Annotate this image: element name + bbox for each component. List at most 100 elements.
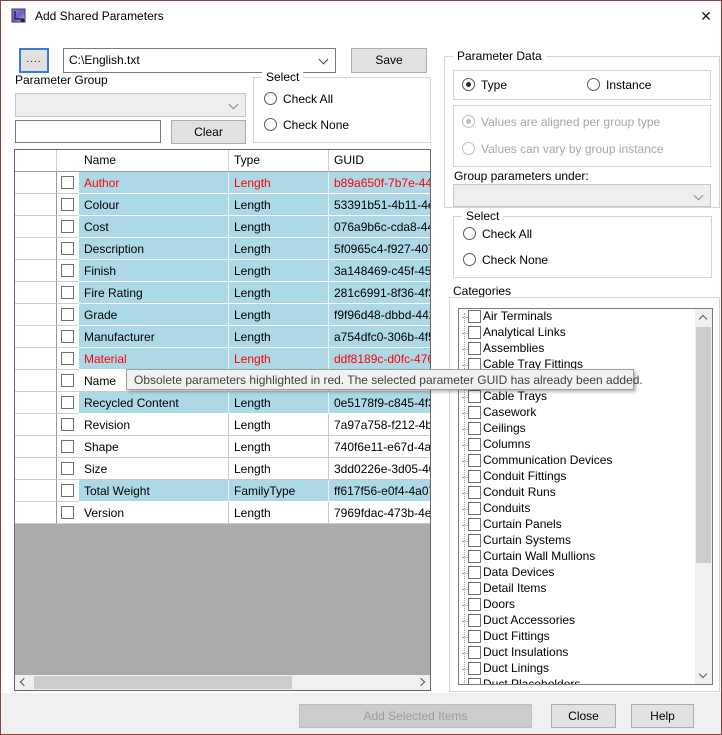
cell-guid[interactable]: b89a650f-7b7e-44ff-8 <box>329 172 430 194</box>
horizontal-scrollbar[interactable] <box>15 675 430 690</box>
save-button[interactable]: Save <box>351 48 427 73</box>
row-checkbox-cell[interactable] <box>57 502 79 524</box>
category-item[interactable]: Duct Linings <box>459 661 712 677</box>
table-row[interactable]: ManufacturerLengtha754dfc0-306b-4f5f-b <box>15 326 430 348</box>
cell-guid[interactable]: 740f6e11-e67d-4ae7 <box>329 436 430 458</box>
category-checkbox[interactable] <box>468 438 481 451</box>
row-checkbox[interactable] <box>61 352 74 365</box>
category-item[interactable]: Cable Trays <box>459 389 712 405</box>
category-item[interactable]: Curtain Wall Mullions <box>459 549 712 565</box>
row-checkbox[interactable] <box>61 176 74 189</box>
scroll-up-icon[interactable] <box>698 314 708 324</box>
category-checkbox[interactable] <box>468 550 481 563</box>
row-checkbox[interactable] <box>61 242 74 255</box>
row-checkbox-cell[interactable] <box>57 260 79 282</box>
close-button[interactable]: Close <box>551 704 616 728</box>
radio-icon[interactable] <box>463 227 476 240</box>
category-item[interactable]: Conduit Fittings <box>459 469 712 485</box>
table-row[interactable]: GradeLengthf9f96d48-dbbd-4424- <box>15 304 430 326</box>
row-checkbox[interactable] <box>61 374 74 387</box>
table-row[interactable]: RevisionLength7a97a758-f212-4b3d <box>15 414 430 436</box>
cell-name[interactable]: Size <box>79 458 229 480</box>
cell-type[interactable]: Length <box>229 304 329 326</box>
cell-name[interactable]: Description <box>79 238 229 260</box>
row-checkbox-cell[interactable] <box>57 238 79 260</box>
row-checkbox[interactable] <box>61 264 74 277</box>
cell-name[interactable]: Fire Rating <box>79 282 229 304</box>
row-checkbox-cell[interactable] <box>57 194 79 216</box>
cell-guid[interactable]: 5f0965c4-f927-407e- <box>329 238 430 260</box>
category-item[interactable]: Columns <box>459 437 712 453</box>
cell-type[interactable]: Length <box>229 458 329 480</box>
table-row[interactable]: ShapeLength740f6e11-e67d-4ae7 <box>15 436 430 458</box>
category-item[interactable]: Duct Accessories <box>459 613 712 629</box>
category-item[interactable]: Communication Devices <box>459 453 712 469</box>
scroll-right-icon[interactable] <box>416 677 426 687</box>
category-item[interactable]: Conduit Runs <box>459 485 712 501</box>
category-item[interactable]: Curtain Systems <box>459 533 712 549</box>
cell-name[interactable]: Colour <box>79 194 229 216</box>
column-header-guid[interactable]: GUID <box>329 150 430 172</box>
left-check-none-radio[interactable]: Check None <box>264 118 349 132</box>
category-item[interactable]: Duct Placeholders <box>459 677 712 684</box>
category-item[interactable]: Duct Fittings <box>459 629 712 645</box>
row-checkbox[interactable] <box>61 396 74 409</box>
cell-name[interactable]: Cost <box>79 216 229 238</box>
table-row[interactable]: VersionLength7969fdac-473b-4e59 <box>15 502 430 524</box>
category-item[interactable]: Duct Insulations <box>459 645 712 661</box>
category-item[interactable]: Casework <box>459 405 712 421</box>
category-item[interactable]: Ceilings <box>459 421 712 437</box>
cell-name[interactable]: Grade <box>79 304 229 326</box>
cell-type[interactable]: Length <box>229 238 329 260</box>
cell-name[interactable]: Author <box>79 172 229 194</box>
category-checkbox[interactable] <box>468 406 481 419</box>
instance-radio[interactable]: Instance <box>587 78 651 92</box>
category-checkbox[interactable] <box>468 342 481 355</box>
radio-icon[interactable] <box>463 253 476 266</box>
cell-type[interactable]: Length <box>229 172 329 194</box>
row-checkbox-cell[interactable] <box>57 282 79 304</box>
row-checkbox[interactable] <box>61 308 74 321</box>
filter-input[interactable] <box>15 120 161 143</box>
category-item[interactable]: Air Terminals <box>459 309 712 325</box>
vertical-scrollbar[interactable] <box>695 309 712 684</box>
cell-name[interactable]: Shape <box>79 436 229 458</box>
table-row[interactable]: ColourLength53391b51-4b11-4e8a <box>15 194 430 216</box>
radio-icon[interactable] <box>587 78 600 91</box>
group-parameters-under-combo[interactable] <box>453 184 711 207</box>
row-checkbox-cell[interactable] <box>57 392 79 414</box>
row-checkbox-cell[interactable] <box>57 458 79 480</box>
help-button[interactable]: Help <box>631 704 694 728</box>
row-checkbox[interactable] <box>61 462 74 475</box>
table-row[interactable]: CostLength076a9b6c-cda8-44ea <box>15 216 430 238</box>
category-checkbox[interactable] <box>468 470 481 483</box>
table-row[interactable]: DescriptionLength5f0965c4-f927-407e- <box>15 238 430 260</box>
cell-guid[interactable]: 3dd0226e-3d05-402a <box>329 458 430 480</box>
close-icon[interactable]: ✕ <box>693 5 719 27</box>
category-checkbox[interactable] <box>468 534 481 547</box>
cell-name[interactable]: Material <box>79 348 229 370</box>
cell-name[interactable]: Total Weight <box>79 480 229 502</box>
column-header-type[interactable]: Type <box>229 150 329 172</box>
row-checkbox-cell[interactable] <box>57 436 79 458</box>
table-row[interactable]: AuthorLengthb89a650f-7b7e-44ff-8 <box>15 172 430 194</box>
radio-icon[interactable] <box>264 118 277 131</box>
cell-name[interactable]: Version <box>79 502 229 524</box>
right-check-none-radio[interactable]: Check None <box>463 253 548 267</box>
row-checkbox[interactable] <box>61 198 74 211</box>
category-item[interactable]: Detail Items <box>459 581 712 597</box>
cell-type[interactable]: Length <box>229 348 329 370</box>
cell-guid[interactable]: f9f96d48-dbbd-4424- <box>329 304 430 326</box>
row-checkbox[interactable] <box>61 506 74 519</box>
cell-type[interactable]: Length <box>229 282 329 304</box>
cell-type[interactable]: Length <box>229 392 329 414</box>
category-item[interactable]: Curtain Panels <box>459 517 712 533</box>
left-check-all-radio[interactable]: Check All <box>264 92 333 106</box>
cell-guid[interactable]: ff617f56-e0f4-4a07-a <box>329 480 430 502</box>
browse-button[interactable]: .... <box>19 48 49 73</box>
cell-type[interactable]: Length <box>229 194 329 216</box>
scrollbar-thumb[interactable] <box>34 676 292 689</box>
category-checkbox[interactable] <box>468 390 481 403</box>
table-row[interactable]: SizeLength3dd0226e-3d05-402a <box>15 458 430 480</box>
cell-guid[interactable]: 53391b51-4b11-4e8a <box>329 194 430 216</box>
